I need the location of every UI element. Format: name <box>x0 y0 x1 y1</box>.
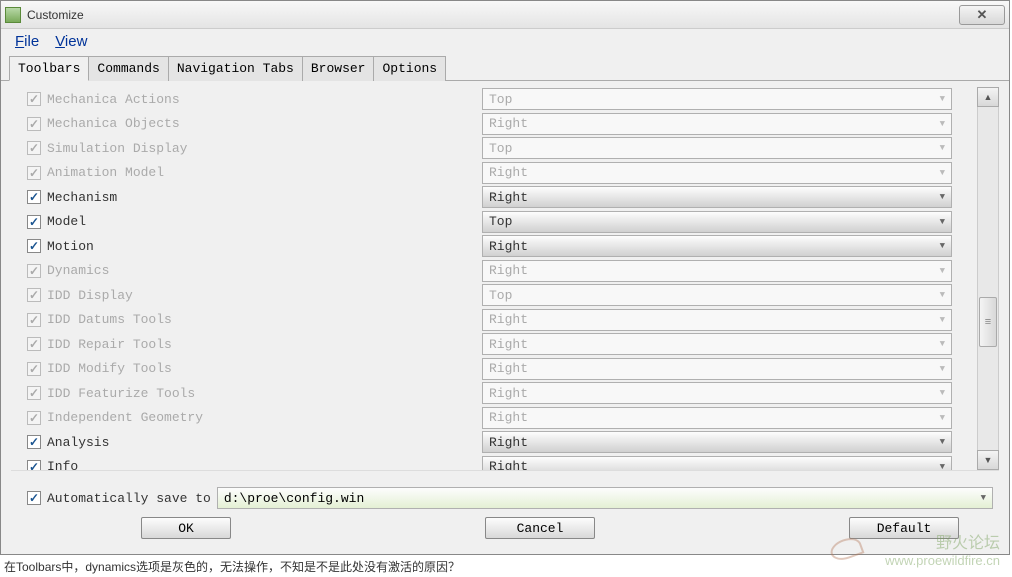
toolbar-row: AnalysisRight <box>11 430 973 455</box>
menubar: File View <box>1 29 1009 53</box>
toolbar-label: Independent Geometry <box>47 410 482 425</box>
toolbar-checkbox <box>27 264 41 278</box>
toolbar-row: IDD Repair ToolsRight <box>11 332 973 357</box>
toolbar-row: Animation ModelRight <box>11 161 973 186</box>
toolbar-label: IDD Featurize Tools <box>47 386 482 401</box>
toolbar-label: Info <box>47 459 482 470</box>
toolbar-checkbox <box>27 288 41 302</box>
toolbar-row: IDD DisplayTop <box>11 283 973 308</box>
toolbar-checkbox <box>27 386 41 400</box>
autosave-row: Automatically save to d:\proe\config.win <box>11 487 999 509</box>
scroll-thumb[interactable] <box>979 297 997 347</box>
position-dropdown: Top <box>482 284 952 306</box>
position-dropdown: Right <box>482 260 952 282</box>
position-dropdown[interactable]: Right <box>482 456 952 470</box>
tab-options[interactable]: Options <box>373 56 446 81</box>
toolbar-row: DynamicsRight <box>11 259 973 284</box>
close-icon[interactable]: ✕ <box>959 5 1005 25</box>
toolbar-checkbox <box>27 313 41 327</box>
autosave-path-input[interactable]: d:\proe\config.win <box>217 487 993 509</box>
toolbar-label: Motion <box>47 239 482 254</box>
toolbar-checkbox[interactable] <box>27 435 41 449</box>
position-dropdown: Right <box>482 358 952 380</box>
toolbar-label: Analysis <box>47 435 482 450</box>
scrollbar[interactable]: ▲ ▼ <box>977 87 999 470</box>
position-dropdown: Right <box>482 113 952 135</box>
position-dropdown[interactable]: Top <box>482 211 952 233</box>
cancel-button[interactable]: Cancel <box>485 517 595 539</box>
footnote-text: 在Toolbars中，dynamics选项是灰色的，无法操作，不知是不是此处没有… <box>4 558 460 575</box>
autosave-checkbox[interactable] <box>27 491 41 505</box>
toolbar-list: Mechanica ActionsTopMechanica ObjectsRig… <box>11 87 973 470</box>
default-button[interactable]: Default <box>849 517 959 539</box>
toolbar-row: MotionRight <box>11 234 973 259</box>
toolbar-checkbox <box>27 92 41 106</box>
toolbar-checkbox <box>27 117 41 131</box>
scroll-up-icon[interactable]: ▲ <box>977 87 999 107</box>
tab-commands[interactable]: Commands <box>88 56 168 81</box>
toolbar-checkbox[interactable] <box>27 190 41 204</box>
tab-navigation-tabs[interactable]: Navigation Tabs <box>168 56 303 81</box>
toolbar-label: Model <box>47 214 482 229</box>
toolbar-label: Mechanica Objects <box>47 116 482 131</box>
position-dropdown[interactable]: Right <box>482 235 952 257</box>
position-dropdown: Top <box>482 88 952 110</box>
toolbar-row: InfoRight <box>11 455 973 471</box>
position-dropdown: Top <box>482 137 952 159</box>
position-dropdown[interactable]: Right <box>482 186 952 208</box>
toolbar-checkbox <box>27 411 41 425</box>
menu-file[interactable]: File <box>9 31 45 52</box>
tab-toolbars[interactable]: Toolbars <box>9 56 89 81</box>
tab-browser[interactable]: Browser <box>302 56 375 81</box>
position-dropdown: Right <box>482 162 952 184</box>
toolbar-label: Mechanism <box>47 190 482 205</box>
position-dropdown: Right <box>482 333 952 355</box>
toolbar-row: IDD Modify ToolsRight <box>11 357 973 382</box>
toolbar-checkbox <box>27 362 41 376</box>
toolbar-row: Mechanica ActionsTop <box>11 87 973 112</box>
toolbar-row: Simulation DisplayTop <box>11 136 973 161</box>
toolbar-checkbox <box>27 166 41 180</box>
autosave-label: Automatically save to <box>47 491 211 506</box>
toolbar-label: Simulation Display <box>47 141 482 156</box>
button-row: OK Cancel Default <box>11 509 999 539</box>
toolbar-row: MechanismRight <box>11 185 973 210</box>
toolbar-row: Mechanica ObjectsRight <box>11 112 973 137</box>
toolbar-checkbox <box>27 337 41 351</box>
position-dropdown[interactable]: Right <box>482 431 952 453</box>
menu-view[interactable]: View <box>49 31 93 52</box>
scroll-down-icon[interactable]: ▼ <box>977 450 999 470</box>
toolbar-label: Dynamics <box>47 263 482 278</box>
toolbar-label: Animation Model <box>47 165 482 180</box>
toolbar-label: Mechanica Actions <box>47 92 482 107</box>
toolbar-label: IDD Display <box>47 288 482 303</box>
titlebar: Customize ✕ <box>1 1 1009 29</box>
toolbar-list-container: Mechanica ActionsTopMechanica ObjectsRig… <box>11 87 999 471</box>
tabstrip: ToolbarsCommandsNavigation TabsBrowserOp… <box>1 55 1009 81</box>
position-dropdown: Right <box>482 382 952 404</box>
toolbar-checkbox[interactable] <box>27 460 41 470</box>
window-icon <box>5 7 21 23</box>
toolbar-row: IDD Datums ToolsRight <box>11 308 973 333</box>
toolbar-checkbox[interactable] <box>27 239 41 253</box>
content-area: Mechanica ActionsTopMechanica ObjectsRig… <box>1 81 1009 535</box>
toolbar-checkbox <box>27 141 41 155</box>
position-dropdown: Right <box>482 309 952 331</box>
toolbar-label: IDD Repair Tools <box>47 337 482 352</box>
ok-button[interactable]: OK <box>141 517 231 539</box>
toolbar-row: IDD Featurize ToolsRight <box>11 381 973 406</box>
toolbar-label: IDD Datums Tools <box>47 312 482 327</box>
toolbar-label: IDD Modify Tools <box>47 361 482 376</box>
window-title: Customize <box>27 8 959 22</box>
toolbar-row: ModelTop <box>11 210 973 235</box>
toolbar-checkbox[interactable] <box>27 215 41 229</box>
customize-window: Customize ✕ File View ToolbarsCommandsNa… <box>0 0 1010 555</box>
toolbar-row: Independent GeometryRight <box>11 406 973 431</box>
scroll-track[interactable] <box>977 107 999 450</box>
position-dropdown: Right <box>482 407 952 429</box>
